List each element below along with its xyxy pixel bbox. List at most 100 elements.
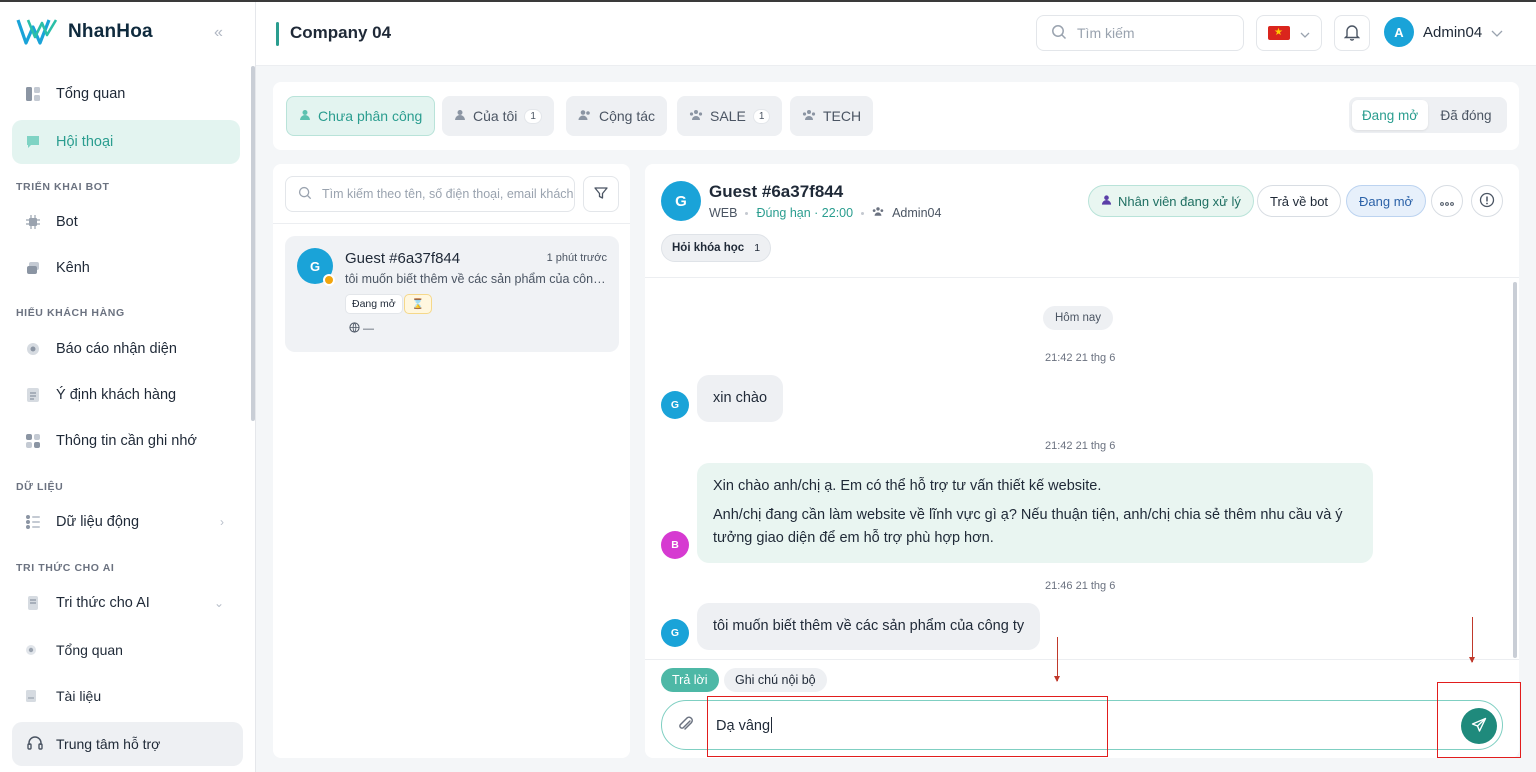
tab-sale[interactable]: SALE 1 xyxy=(677,96,783,136)
conversation-tag[interactable]: Hỏi khóa học 1 xyxy=(661,234,772,262)
tag-count: 1 xyxy=(754,242,761,254)
logo-icon xyxy=(16,19,58,45)
conversation-status-button[interactable]: Đang mở xyxy=(1346,185,1427,217)
user-name: Admin04 xyxy=(1423,23,1483,41)
hourglass-icon: ⌛ xyxy=(404,294,432,314)
headset-icon xyxy=(26,734,44,755)
channel-text: — xyxy=(363,323,374,335)
sidebar-item-label: Tri thức cho AI xyxy=(56,595,150,611)
sidebar-item-bot[interactable]: Bot xyxy=(12,200,240,244)
dashboard-icon xyxy=(24,85,42,103)
staff-handling-button[interactable]: Nhân viên đang xử lý xyxy=(1088,185,1254,217)
sidebar-item-thong-tin-can-ghi-nho[interactable]: Thông tin cần ghi nhớ xyxy=(12,419,240,463)
brand-logo[interactable]: NhanHoa xyxy=(16,17,153,47)
annotation-arrow xyxy=(1469,617,1475,663)
global-search-input[interactable]: Tìm kiếm xyxy=(1036,15,1244,51)
assignee-name: Admin04 xyxy=(892,206,942,220)
annotation-box-send xyxy=(1437,682,1521,758)
sidebar-item-label: Tổng quan xyxy=(56,86,126,102)
more-icon xyxy=(1440,194,1454,209)
section-title-hieu-khach-hang: HIỂU KHÁCH HÀNG xyxy=(16,307,125,319)
message-timestamp: 21:46 21 thg 6 xyxy=(1045,580,1116,592)
info-icon xyxy=(1479,192,1495,211)
sidebar-item-label: Báo cáo nhận diện xyxy=(56,341,177,357)
avatar: G xyxy=(661,619,689,647)
top-header: Company 04 Tìm kiếm A Admin04 xyxy=(256,2,1536,66)
sidebar-item-du-lieu-dong[interactable]: Dữ liệu động › xyxy=(12,500,240,544)
sidebar-item-label: Dữ liệu động xyxy=(56,514,140,530)
support-label: Trung tâm hỗ trợ xyxy=(56,736,161,752)
tag-label: Hỏi khóa học xyxy=(672,242,745,254)
search-placeholder: Tìm kiếm xyxy=(1077,25,1135,41)
tab-reply[interactable]: Trả lời xyxy=(661,668,719,692)
sidebar-item-tri-thuc-cho-ai[interactable]: Tri thức cho AI ⌄ xyxy=(12,581,240,625)
user-menu[interactable]: A Admin04 xyxy=(1384,17,1503,47)
sidebar-subitem-tong-quan[interactable]: Tổng quan xyxy=(24,632,123,668)
chat-scrollbar[interactable] xyxy=(1513,282,1517,658)
notifications-button[interactable] xyxy=(1334,15,1370,51)
attachment-icon[interactable] xyxy=(676,714,696,737)
title-accent-bar xyxy=(276,22,279,46)
sidebar-item-label: Tổng quan xyxy=(56,642,123,658)
user-icon xyxy=(1101,194,1112,209)
support-center-button[interactable]: Trung tâm hỗ trợ xyxy=(12,722,243,766)
divider xyxy=(645,277,1519,278)
return-to-bot-button[interactable]: Trả về bot xyxy=(1257,185,1342,217)
eye-icon xyxy=(24,340,42,358)
company-title: Company 04 xyxy=(290,23,392,42)
button-label: Nhân viên đang xử lý xyxy=(1118,193,1241,209)
users-icon xyxy=(578,109,592,124)
guest-name: Guest #6a37f844 xyxy=(709,182,844,201)
status-dot xyxy=(323,274,335,286)
bell-icon xyxy=(1343,23,1361,44)
conversation-search-input[interactable]: Tìm kiếm theo tên, số điện thoại, email … xyxy=(285,176,575,212)
tab-label: Chưa phân công xyxy=(318,108,423,124)
sidebar-item-hoi-thoai[interactable]: Hội thoại xyxy=(12,120,240,164)
sla-status: Đúng hạn · 22:00 xyxy=(756,206,854,220)
user-icon xyxy=(299,109,311,124)
tab-tech[interactable]: TECH xyxy=(790,96,874,136)
message-bubble-guest: tôi muốn biết thêm về các sản phẩm của c… xyxy=(697,603,1041,651)
tab-label: Cộng tác xyxy=(599,108,656,124)
sidebar-subitem-tai-lieu[interactable]: Tài liệu xyxy=(24,678,101,714)
sidebar-item-tong-quan[interactable]: Tổng quan xyxy=(12,72,240,116)
status-open-option[interactable]: Đang mở xyxy=(1352,100,1428,130)
grid-icon xyxy=(24,432,42,450)
sidebar-scrollbar[interactable] xyxy=(251,66,255,421)
tab-cong-tac[interactable]: Cộng tác xyxy=(566,96,668,136)
knowledge-icon xyxy=(24,594,42,612)
tab-cua-toi[interactable]: Của tôi 1 xyxy=(442,96,554,136)
channel-label: WEB xyxy=(709,206,738,220)
conversation-meta: WEB Đúng hạn · 22:00 Admin04 xyxy=(709,206,941,220)
language-selector[interactable] xyxy=(1256,15,1322,51)
conversation-name: Guest #6a37f844 xyxy=(345,250,461,267)
team-icon xyxy=(802,109,816,124)
message-text: Xin chào anh/chị ạ. Em có thể hỗ trợ tư … xyxy=(713,478,1102,494)
tab-count-badge: 1 xyxy=(524,108,542,124)
sidebar-item-y-dinh-khach-hang[interactable]: Ý định khách hàng xyxy=(12,373,240,417)
tab-label: Của tôi xyxy=(473,108,518,124)
tab-count-badge: 1 xyxy=(752,108,771,124)
tab-chua-phan-cong[interactable]: Chưa phân công xyxy=(286,96,436,136)
message-timestamp: 21:42 21 thg 6 xyxy=(1045,352,1116,364)
sidebar-item-bao-cao-nhan-dien[interactable]: Báo cáo nhận diện xyxy=(12,327,240,371)
team-icon xyxy=(689,109,703,124)
info-button[interactable] xyxy=(1471,185,1503,217)
sidebar-item-kenh[interactable]: Kênh xyxy=(12,246,240,290)
chevron-down-icon: ⌄ xyxy=(213,596,224,610)
vietnam-flag-icon xyxy=(1268,26,1290,40)
filter-icon xyxy=(594,186,608,203)
message-bubble-guest: xin chào xyxy=(697,375,784,423)
avatar: G xyxy=(661,181,701,221)
filter-button[interactable] xyxy=(583,176,619,212)
chevron-right-icon: › xyxy=(220,515,224,529)
collapse-sidebar-icon[interactable]: « xyxy=(214,24,223,42)
annotation-arrow xyxy=(1054,637,1060,682)
tab-internal-note[interactable]: Ghi chú nội bộ xyxy=(724,668,827,692)
list-item[interactable]: G Guest #6a37f844 1 phút trước tôi muốn … xyxy=(285,236,619,352)
status-closed-option[interactable]: Đã đóng xyxy=(1428,100,1504,130)
section-title-trien-khai-bot: TRIỂN KHAI BOT xyxy=(16,181,110,193)
more-options-button[interactable] xyxy=(1431,185,1463,217)
separator-dot xyxy=(861,211,865,215)
message-bubble-bot: Xin chào anh/chị ạ. Em có thể hỗ trợ tư … xyxy=(697,463,1373,563)
